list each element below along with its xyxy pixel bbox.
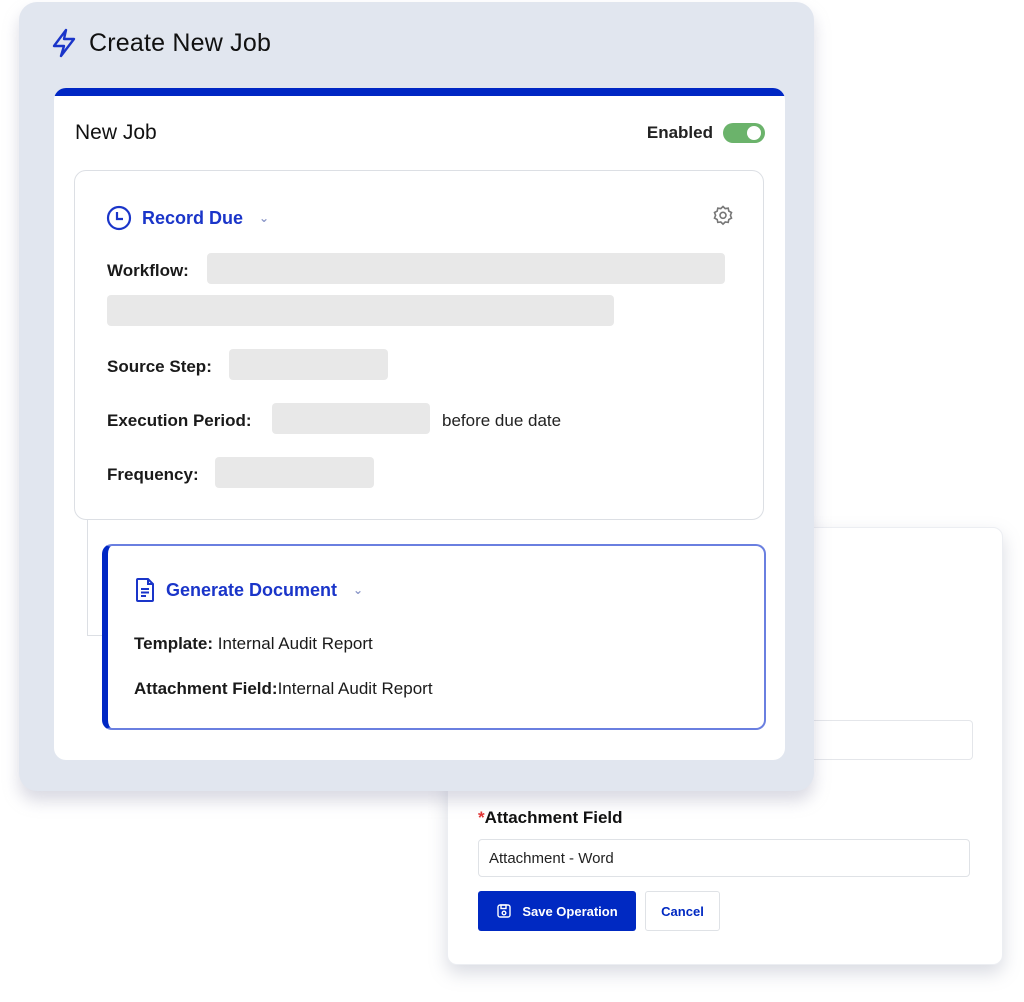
execution-period-suffix: before due date: [442, 411, 562, 430]
gear-icon[interactable]: [711, 203, 735, 227]
attachment-field-input[interactable]: [478, 839, 970, 877]
accent-bar: [54, 88, 785, 96]
source-step-label: Source Step:: [107, 357, 212, 376]
save-operation-label: Save Operation: [522, 903, 618, 919]
action-box: Generate Document ⌄ Template: Internal A…: [102, 544, 766, 730]
frequency-label: Frequency:: [107, 465, 199, 484]
action-type-label: Generate Document: [166, 579, 338, 600]
job-name: New Job: [75, 121, 157, 144]
frequency-input[interactable]: [215, 457, 374, 488]
lightning-icon: [52, 28, 76, 58]
create-job-dialog: Create New Job New Job Enabled Record Du…: [19, 2, 814, 791]
attachment-value: Internal Audit Report: [277, 679, 433, 698]
workflow-label: Workflow:: [107, 261, 189, 280]
attachment-field-label: *Attachment Field: [478, 808, 623, 827]
enabled-label: Enabled: [646, 123, 713, 142]
execution-period-input[interactable]: [272, 403, 430, 434]
template-value: Internal Audit Report: [217, 634, 373, 653]
attachment-label: Attachment Field:: [134, 679, 278, 698]
template-label: Template:: [134, 634, 214, 653]
attachment-row: Attachment Field:Internal Audit Report: [134, 679, 433, 699]
workflow-input-line2[interactable]: [107, 295, 614, 326]
dialog-header: Create New Job: [51, 28, 271, 58]
template-row: Template: Internal Audit Report: [134, 634, 373, 654]
job-card: New Job Enabled Record Due ⌄ Workflow: S…: [54, 88, 785, 760]
execution-period-label: Execution Period:: [107, 411, 252, 430]
enabled-control: Enabled: [647, 123, 765, 143]
workflow-input[interactable]: [207, 253, 725, 284]
enabled-toggle[interactable]: [723, 123, 765, 143]
required-marker: *: [478, 808, 485, 827]
source-step-input[interactable]: [229, 349, 388, 380]
toggle-knob: [747, 126, 761, 140]
chevron-down-icon: ⌄: [259, 211, 270, 225]
dialog-title: Create New Job: [89, 28, 272, 57]
action-type-dropdown[interactable]: Generate Document ⌄: [134, 577, 363, 603]
document-icon: [136, 578, 154, 602]
trigger-type-dropdown[interactable]: Record Due ⌄: [106, 205, 269, 231]
cancel-button[interactable]: Cancel: [645, 891, 720, 931]
clock-icon: [106, 205, 132, 231]
save-operation-button[interactable]: Save Operation: [478, 891, 636, 931]
trigger-box: Record Due ⌄ Workflow: Source Step: Exec…: [74, 170, 764, 520]
chevron-down-icon: ⌄: [353, 583, 364, 597]
save-icon: [497, 904, 512, 918]
trigger-type-label: Record Due: [142, 207, 244, 228]
